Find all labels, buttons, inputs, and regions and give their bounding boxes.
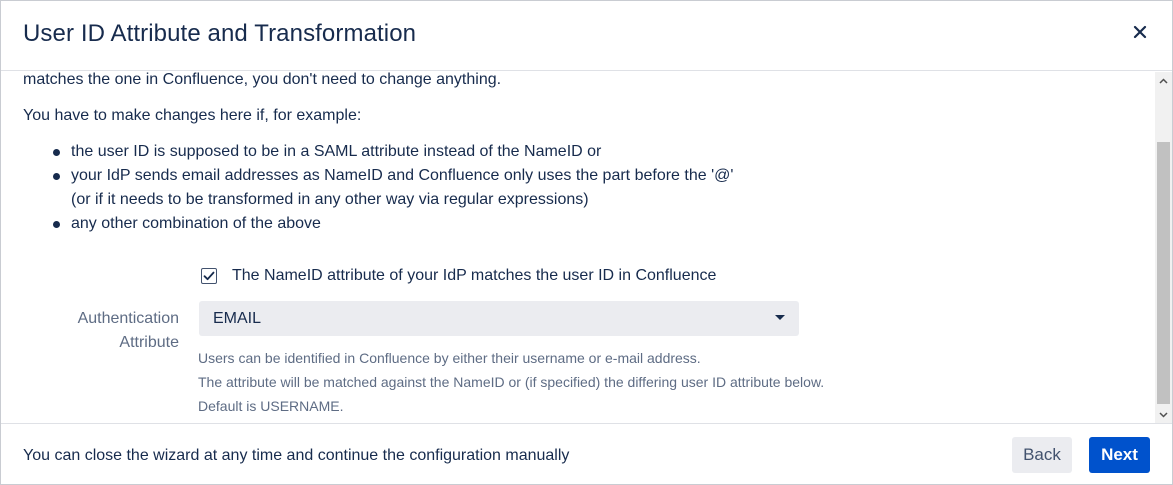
next-button[interactable]: Next — [1089, 437, 1150, 473]
help-line: Users can be identified in Confluence by… — [198, 350, 701, 366]
list-item-text: the user ID is supposed to be in a SAML … — [71, 143, 602, 160]
list-item-continuation: (or if it needs to be transformed in any… — [71, 191, 589, 208]
list-item-text: your IdP sends email addresses as NameID… — [71, 167, 734, 184]
scrollbar-thumb[interactable] — [1157, 142, 1170, 404]
body-scrollbar[interactable] — [1155, 72, 1172, 423]
intro-text: matches the one in Confluence, you don't… — [23, 72, 502, 88]
dialog-body: matches the one in Confluence, you don't… — [1, 72, 1155, 423]
scroll-down-button[interactable] — [1155, 406, 1172, 423]
chevron-down-icon — [1159, 411, 1168, 418]
bullet-icon — [53, 173, 60, 180]
checkmark-icon — [203, 271, 215, 281]
nameid-match-label[interactable]: The NameID attribute of your IdP matches… — [232, 264, 716, 288]
wizard-dialog: User ID Attribute and Transformation mat… — [0, 0, 1173, 485]
auth-attribute-help: Users can be identified in Confluence by… — [198, 346, 824, 418]
bullet-icon — [53, 149, 60, 156]
changes-paragraph: You have to make changes here if, for ex… — [23, 107, 362, 124]
list-item-text: any other combination of the above — [71, 215, 321, 232]
bullet-icon — [53, 221, 60, 228]
list-item: any other combination of the above — [49, 212, 733, 236]
auth-attribute-label-line1: Authentication — [77, 310, 179, 327]
nameid-match-row: The NameID attribute of your IdP matches… — [201, 264, 716, 288]
help-line: The attribute will be matched against th… — [198, 374, 825, 390]
nameid-match-checkbox[interactable] — [201, 268, 217, 284]
close-icon — [1133, 25, 1147, 39]
chevron-up-icon — [1159, 77, 1168, 84]
auth-attribute-label: Authentication Attribute — [41, 307, 179, 355]
footer-hint: You can close the wizard at any time and… — [23, 447, 570, 464]
back-button[interactable]: Back — [1012, 437, 1072, 473]
dialog-title: User ID Attribute and Transformation — [23, 20, 417, 47]
list-item: the user ID is supposed to be in a SAML … — [49, 140, 733, 164]
auth-attribute-value: EMAIL — [213, 310, 262, 327]
close-button[interactable] — [1125, 17, 1155, 47]
examples-list: the user ID is supposed to be in a SAML … — [49, 140, 733, 236]
chevron-down-icon — [775, 315, 785, 320]
auth-attribute-select[interactable]: EMAIL — [199, 301, 799, 336]
dialog-header: User ID Attribute and Transformation — [1, 1, 1172, 71]
dialog-footer: You can close the wizard at any time and… — [1, 423, 1172, 484]
auth-attribute-label-line2: Attribute — [119, 334, 179, 351]
list-item: your IdP sends email addresses as NameID… — [49, 164, 733, 212]
scroll-up-button[interactable] — [1155, 72, 1172, 89]
help-line: Default is USERNAME. — [198, 398, 344, 414]
